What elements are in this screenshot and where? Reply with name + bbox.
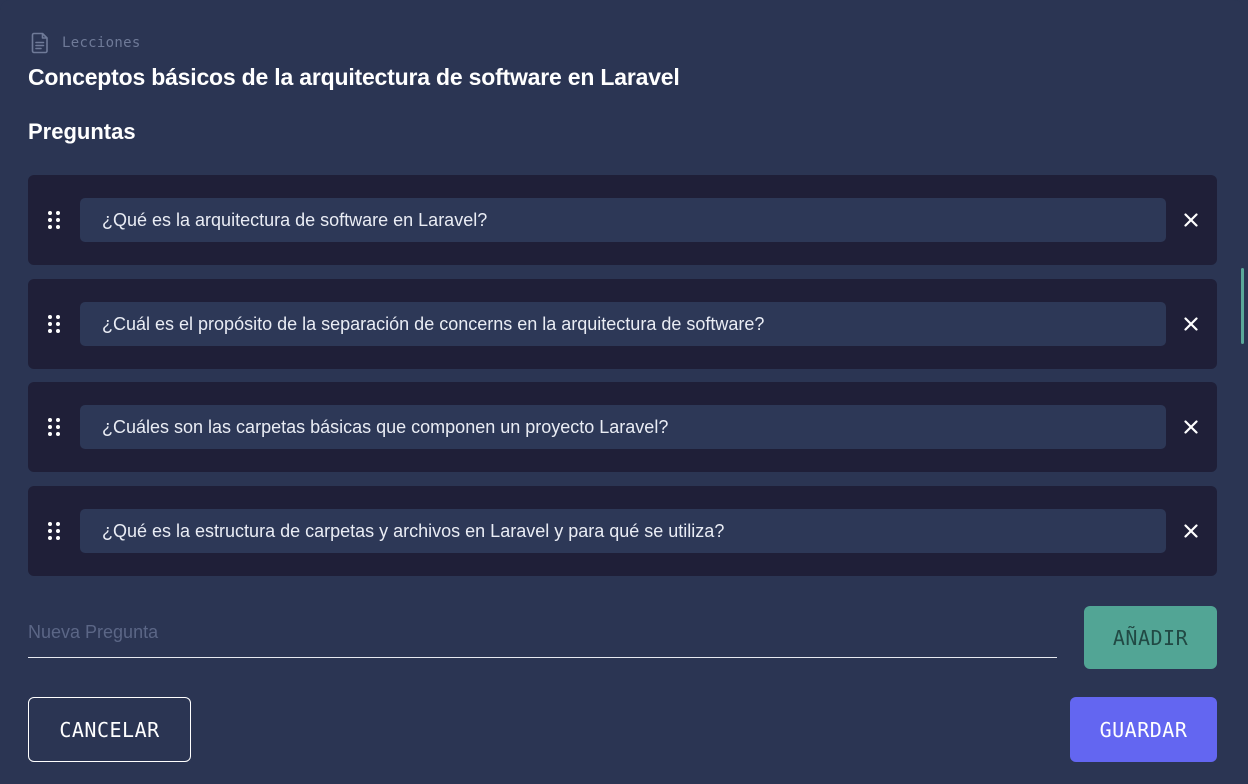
remove-question-button[interactable] [1180, 520, 1202, 542]
save-button[interactable]: GUARDAR [1070, 697, 1217, 762]
remove-question-button[interactable] [1180, 209, 1202, 231]
document-icon [31, 32, 48, 54]
question-text-field[interactable]: ¿Qué es la estructura de carpetas y arch… [80, 509, 1166, 553]
cancel-button[interactable]: CANCELAR [28, 697, 191, 762]
remove-question-button[interactable] [1180, 416, 1202, 438]
question-item: ¿Cuáles son las carpetas básicas que com… [28, 382, 1217, 472]
question-text-field[interactable]: ¿Cuáles son las carpetas básicas que com… [80, 405, 1166, 449]
lesson-title: Conceptos básicos de la arquitectura de … [28, 64, 680, 90]
question-text-field[interactable]: ¿Cuál es el propósito de la separación d… [80, 302, 1166, 346]
drag-handle-icon[interactable] [46, 521, 62, 541]
question-item: ¿Qué es la estructura de carpetas y arch… [28, 486, 1217, 576]
scroll-indicator[interactable] [1241, 268, 1244, 344]
add-question-button[interactable]: AÑADIR [1084, 606, 1217, 669]
question-item: ¿Cuál es el propósito de la separación d… [28, 279, 1217, 369]
question-text-field[interactable]: ¿Qué es la arquitectura de software en L… [80, 198, 1166, 242]
new-question-field [28, 610, 1057, 658]
close-icon [1184, 213, 1198, 227]
new-question-input[interactable] [28, 610, 1057, 654]
edit-lesson-questions-modal: Lecciones Conceptos básicos de la arquit… [0, 0, 1244, 784]
drag-handle-icon[interactable] [46, 417, 62, 437]
drag-handle-icon[interactable] [46, 210, 62, 230]
breadcrumb[interactable]: Lecciones [30, 32, 141, 54]
remove-question-button[interactable] [1180, 313, 1202, 335]
close-icon [1184, 317, 1198, 331]
questions-section-title: Preguntas [28, 119, 136, 144]
close-icon [1184, 420, 1198, 434]
question-item: ¿Qué es la arquitectura de software en L… [28, 175, 1217, 265]
close-icon [1184, 524, 1198, 538]
drag-handle-icon[interactable] [46, 314, 62, 334]
breadcrumb-label[interactable]: Lecciones [62, 35, 141, 51]
